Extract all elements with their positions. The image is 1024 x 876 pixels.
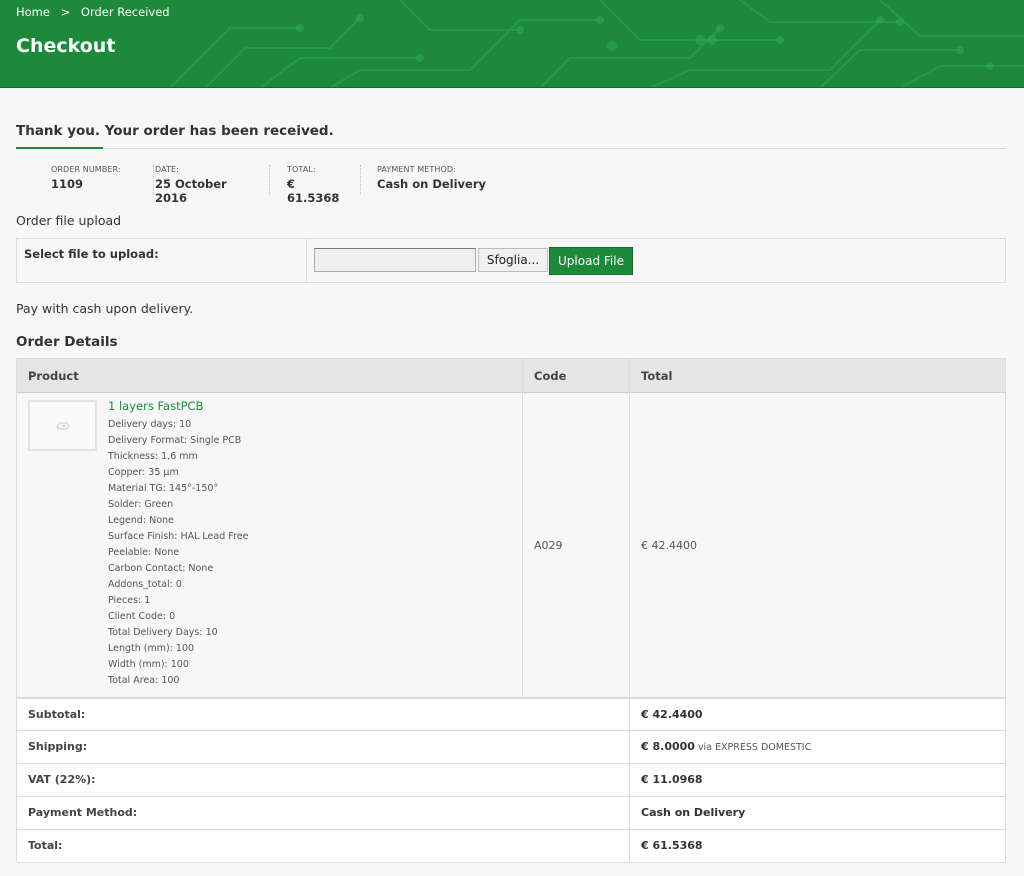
- order-details-title: Order Details: [16, 334, 118, 350]
- underline-base: [16, 148, 1006, 149]
- product-attribute: Delivery Format: Single PCB: [108, 435, 242, 446]
- order-details-table: Product Code Total 1 layers FastPCB Deli…: [16, 358, 1006, 863]
- overview-label: Payment Method:: [377, 165, 456, 174]
- totals-amount: € 42.4400: [641, 708, 703, 721]
- header-total: Total: [641, 369, 673, 383]
- overview-value: 25 October 2016: [155, 177, 227, 205]
- breadcrumb: Home > Order Received: [16, 5, 170, 19]
- product-attribute: Solder: Green: [108, 499, 174, 510]
- placeholder-image-icon: [56, 422, 70, 430]
- upload-divider: [306, 239, 307, 282]
- totals-value: € 8.0000 via EXPRESS DOMESTIC: [641, 731, 811, 763]
- shipping-method-note: via EXPRESS DOMESTIC: [697, 742, 812, 753]
- product-attribute: Thickness: 1,6 mm: [108, 451, 198, 462]
- product-code: A029: [534, 539, 563, 552]
- page-header: Home > Order Received Checkout: [0, 0, 1024, 88]
- product-attribute: Addons_total: 0: [108, 579, 182, 590]
- payment-note: Pay with cash upon delivery.: [16, 301, 194, 316]
- product-attribute: Copper: 35 μm: [108, 467, 179, 478]
- product-attribute: Delivery days: 10: [108, 419, 192, 430]
- product-attribute: Surface Finish: HAL Lead Free: [108, 531, 249, 542]
- column-divider: [629, 830, 630, 862]
- totals-label: Subtotal:: [28, 708, 86, 721]
- column-divider: [522, 393, 523, 697]
- breadcrumb-separator: >: [60, 5, 71, 19]
- header-product: Product: [28, 369, 79, 383]
- product-attribute: Peelable: None: [108, 547, 180, 558]
- totals-row-payment-method: Payment Method: Cash on Delivery: [17, 796, 1005, 829]
- product-attribute: Length (mm): 100: [108, 643, 195, 654]
- product-attribute: Legend: None: [108, 515, 174, 526]
- product-attribute: Carbon Contact: None: [108, 563, 214, 574]
- column-divider: [629, 393, 630, 697]
- column-divider: [629, 699, 630, 731]
- header-code: Code: [534, 369, 567, 383]
- totals-row-shipping: Shipping: € 8.0000 via EXPRESS DOMESTIC: [17, 730, 1005, 763]
- totals-label: Total:: [28, 839, 63, 852]
- product-attribute: Pieces: 1: [108, 595, 151, 606]
- overview-value: € 61.5368: [287, 177, 340, 205]
- column-divider: [522, 359, 523, 393]
- page-title: Checkout: [16, 35, 116, 57]
- product-attribute: Total Delivery Days: 10: [108, 627, 218, 638]
- breadcrumb-current: Order Received: [80, 5, 170, 19]
- totals-row-vat: VAT (22%): € 11.0968: [17, 763, 1005, 796]
- totals-value: € 61.5368: [641, 830, 703, 862]
- product-attribute: Width (mm): 100: [108, 659, 189, 670]
- upload-file-button[interactable]: Upload File: [549, 247, 633, 275]
- column-divider: [629, 764, 630, 796]
- totals-label: VAT (22%):: [28, 773, 96, 786]
- overview-label: Total:: [287, 165, 316, 174]
- overview-date: Date: 25 October 2016: [155, 165, 270, 205]
- main-content: Thank you. Your order has been received.…: [16, 88, 1006, 863]
- totals-label: Shipping:: [28, 740, 88, 753]
- totals-row-subtotal: Subtotal: € 42.4400: [17, 697, 1005, 731]
- overview-total: Total: € 61.5368: [287, 165, 361, 205]
- totals-amount: Cash on Delivery: [641, 806, 746, 819]
- column-divider: [629, 797, 630, 829]
- product-attribute: Total Area: 100: [108, 675, 180, 686]
- totals-amount: € 11.0968: [641, 773, 703, 786]
- product-name-link[interactable]: 1 layers FastPCB: [108, 399, 203, 413]
- underline-accent: [16, 147, 103, 149]
- overview-label: Date:: [155, 165, 180, 174]
- totals-value: Cash on Delivery: [641, 797, 745, 829]
- product-attributes: Delivery days: 10 Delivery Format: Singl…: [108, 417, 248, 689]
- totals-amount: € 61.5368: [641, 839, 703, 852]
- order-overview: Order Number: 1109 Date: 25 October 2016…: [16, 165, 1006, 213]
- overview-order-number: Order Number: 1109: [51, 165, 154, 195]
- totals-label: Payment Method:: [28, 806, 138, 819]
- upload-section-title: Order file upload: [16, 213, 122, 228]
- thank-you-heading: Thank you. Your order has been received.: [16, 123, 334, 139]
- totals-row-total: Total: € 61.5368: [17, 829, 1005, 862]
- browse-button[interactable]: Sfoglia...: [478, 248, 548, 272]
- totals-value: € 11.0968: [641, 764, 703, 796]
- product-thumbnail[interactable]: [28, 400, 97, 451]
- product-total: € 42.4400: [641, 539, 697, 552]
- product-attribute: Client Code: 0: [108, 611, 176, 622]
- product-attribute: Material TG: 145°-150°: [108, 483, 219, 494]
- upload-label: Select file to upload:: [24, 247, 159, 261]
- breadcrumb-home-link[interactable]: Home: [16, 5, 50, 19]
- column-divider: [629, 731, 630, 763]
- totals-value: € 42.4400: [641, 699, 703, 731]
- overview-label: Order Number:: [51, 165, 121, 174]
- table-row: 1 layers FastPCB Delivery days: 10 Deliv…: [17, 393, 1005, 697]
- upload-form: Select file to upload: Sfoglia... Upload…: [16, 238, 1006, 283]
- overview-value: Cash on Delivery: [377, 177, 487, 191]
- overview-value: 1109: [51, 177, 84, 191]
- file-path-input[interactable]: [314, 248, 476, 272]
- overview-payment-method: Payment Method: Cash on Delivery: [377, 165, 517, 195]
- table-header: Product Code Total: [17, 359, 1005, 393]
- totals-amount: € 8.0000: [641, 740, 695, 753]
- heading-underline: [16, 147, 1006, 149]
- column-divider: [629, 359, 630, 393]
